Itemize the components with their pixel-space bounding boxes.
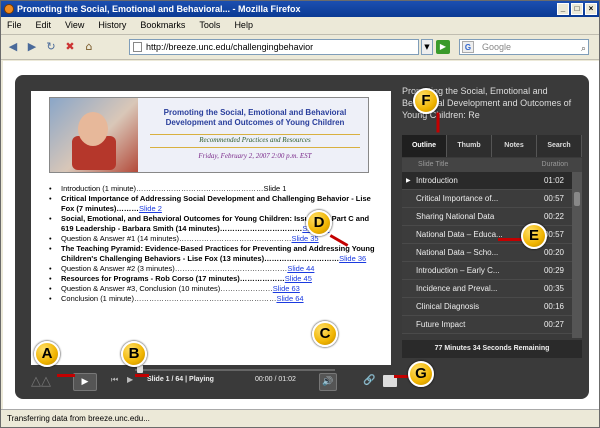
slide-list-item[interactable]: Incidence and Preval... 00:35 [402, 280, 572, 298]
url-bar[interactable]: http://breeze.unc.edu/challengingbehavio… [129, 39, 419, 55]
marker-f: F [413, 88, 439, 114]
slide-list-item[interactable]: National Data – Scho... 00:20 [402, 244, 572, 262]
slide-list-item[interactable]: Critical Importance of... 00:57 [402, 190, 572, 208]
stop-icon[interactable]: ✖ [62, 39, 78, 55]
play-button[interactable]: ▶ [73, 373, 97, 391]
panel-tabs: Outline Thumb Notes Search [402, 135, 582, 157]
menu-help[interactable]: Help [234, 17, 253, 33]
slide-list-item[interactable]: Future Impact 00:27 [402, 316, 572, 334]
search-placeholder: Google [482, 42, 512, 52]
outline-item: Resources for Programs - Rob Corso (17 m… [47, 274, 377, 284]
minimize-button[interactable]: _ [557, 3, 569, 15]
outline-item: Introduction (1 minute)……………………………………………… [47, 184, 377, 194]
list-header: Slide Title Duration [402, 158, 582, 172]
search-icon[interactable]: ⌕ [581, 41, 586, 55]
navigation-toolbar: ◀ ▶ ↻ ✖ ⌂ http://breeze.unc.edu/challeng… [1, 34, 599, 60]
url-dropdown-icon[interactable]: ▼ [421, 39, 433, 55]
tab-notes[interactable]: Notes [492, 135, 537, 157]
menu-history[interactable]: History [98, 17, 126, 33]
banner-subtitle: Recommended Practices and Resources [199, 136, 311, 144]
outline-item: Critical Importance of Addressing Social… [47, 194, 377, 214]
outline-item: Question & Answer #2 (3 minutes)……………………… [47, 264, 377, 274]
col-duration: Duration [541, 161, 568, 168]
outline-item: Question & Answer #1 (14 minutes)…………………… [47, 234, 377, 244]
tab-search[interactable]: Search [537, 135, 582, 157]
seek-bar[interactable] [135, 369, 335, 371]
window-title: Promoting the Social, Emotional and Beha… [17, 4, 301, 14]
google-icon[interactable]: G [462, 41, 474, 53]
banner-date: Friday, February 2, 2007 2:00 p.m. EST [198, 152, 312, 160]
marker-b: B [121, 341, 147, 367]
slide-status: Slide 1 / 64 | Playing [147, 376, 214, 383]
previous-slide-icon[interactable]: ⏮ [111, 375, 118, 385]
page-icon [133, 42, 142, 52]
menu-bar: File Edit View History Bookmarks Tools H… [1, 17, 599, 33]
time-counter: 00:00 / 01:02 [255, 376, 296, 383]
marker-a-pointer [57, 374, 75, 377]
child-photo [50, 98, 138, 172]
tab-thumb[interactable]: Thumb [447, 135, 492, 157]
menu-tools[interactable]: Tools [199, 17, 220, 33]
slide-list-item[interactable]: ▶ Introduction 01:02 [402, 172, 572, 190]
page-content: Promoting the Social, Emotional and Beha… [3, 61, 599, 409]
go-icon[interactable]: ▶ [436, 40, 450, 54]
marker-c: C [312, 321, 338, 347]
menu-file[interactable]: File [7, 17, 22, 33]
outline-link[interactable]: Slide 64 [276, 294, 303, 303]
volume-button[interactable]: 🔊 [319, 373, 337, 391]
marker-f-pointer [436, 112, 440, 133]
outline-link[interactable]: Slide 2 [139, 204, 162, 213]
firefox-icon [4, 4, 14, 14]
menu-view[interactable]: View [65, 17, 84, 33]
banner-title: Promoting the Social, Emotional and Beha… [163, 108, 347, 127]
current-arrow-icon: ▶ [406, 178, 411, 184]
outline-item: The Teaching Pyramid: Evidence-Based Pra… [47, 244, 377, 264]
attachments-icon[interactable]: 🔗 [363, 375, 375, 386]
marker-g: G [408, 361, 434, 387]
marker-e: E [521, 223, 547, 249]
scrollbar-thumb[interactable] [574, 192, 580, 206]
slide-banner: Promoting the Social, Emotional and Beha… [49, 97, 369, 173]
slide-outline: Introduction (1 minute)……………………………………………… [47, 184, 377, 304]
breeze-player: Promoting the Social, Emotional and Beha… [15, 75, 589, 399]
back-icon[interactable]: ◀ [5, 39, 21, 55]
search-input[interactable]: G Google ⌕ [459, 39, 589, 55]
slide-list-item[interactable]: Sharing National Data 00:22 [402, 208, 572, 226]
forward-icon[interactable]: ▶ [24, 39, 40, 55]
url-text: http://breeze.unc.edu/challengingbehavio… [146, 42, 314, 52]
outline-link[interactable]: Slide 36 [339, 254, 366, 263]
slide-list-item[interactable]: Clinical Diagnosis 00:16 [402, 298, 572, 316]
slide-list: ▶ Introduction 01:02 Critical Importance o… [402, 172, 572, 338]
outline-item: Question & Answer #3, Conclusion (10 min… [47, 284, 377, 294]
breeze-logo-icon: △△ [31, 374, 51, 389]
status-bar: Transferring data from breeze.unc.edu... [1, 409, 599, 427]
marker-a: A [34, 341, 60, 367]
next-slide-icon[interactable]: ▶ [127, 375, 133, 384]
menu-edit[interactable]: Edit [36, 17, 52, 33]
marker-e-pointer [498, 238, 524, 241]
slide-list-item[interactable]: Introduction – Early C... 00:29 [402, 262, 572, 280]
outline-link[interactable]: Slide 63 [273, 284, 300, 293]
col-slide-title: Slide Title [418, 161, 449, 168]
marker-b-pointer [135, 374, 149, 377]
close-button[interactable]: × [585, 3, 597, 15]
slide-area: Promoting the Social, Emotional and Beha… [31, 91, 391, 365]
outline-link[interactable]: Slide 45 [285, 274, 312, 283]
tab-outline[interactable]: Outline [402, 135, 447, 157]
list-scrollbar[interactable] [572, 172, 582, 338]
reload-icon[interactable]: ↻ [43, 39, 59, 55]
playback-controls: △△ ▶ ⏮ ▶ Slide 1 / 64 | Playing 00:00 / … [15, 365, 589, 399]
maximize-button[interactable]: □ [571, 3, 583, 15]
outline-item: Conclusion (1 minute)…………………………………………………… [47, 294, 377, 304]
title-bar: Promoting the Social, Emotional and Beha… [1, 1, 599, 17]
menu-bookmarks[interactable]: Bookmarks [140, 17, 185, 33]
home-icon[interactable]: ⌂ [81, 39, 97, 55]
browser-window: Promoting the Social, Emotional and Beha… [0, 0, 600, 428]
outline-link[interactable]: Slide 44 [287, 264, 314, 273]
marker-d: D [306, 210, 332, 236]
time-remaining: 77 Minutes 34 Seconds Remaining [402, 340, 582, 358]
side-panel: Promoting the Social, Emotional and Beha… [402, 75, 589, 399]
